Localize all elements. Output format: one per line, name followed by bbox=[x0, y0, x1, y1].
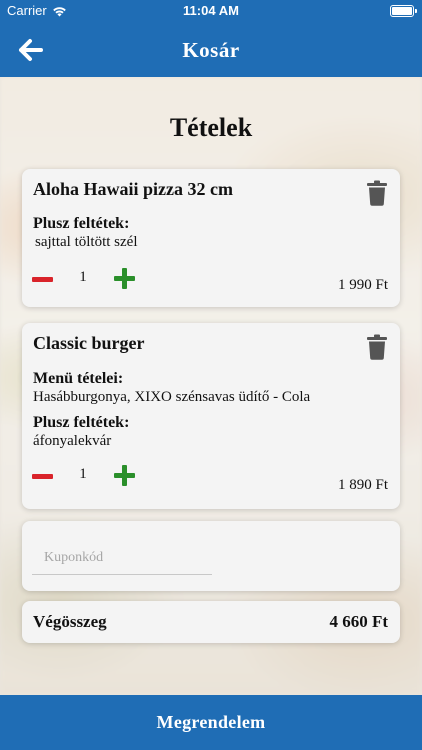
order-button[interactable]: Megrendelem bbox=[0, 695, 422, 750]
extras-label: Plusz feltétek: bbox=[33, 414, 130, 431]
quantity-value: 1 bbox=[79, 466, 87, 482]
clock: 11:04 AM bbox=[183, 3, 239, 18]
extras-text: sajttal töltött szél bbox=[35, 234, 138, 250]
increase-quantity-button[interactable] bbox=[114, 465, 135, 486]
total-label: Végösszeg bbox=[33, 612, 107, 631]
item-name: Aloha Hawaii pizza 32 cm bbox=[33, 179, 233, 199]
quantity-stepper: 1 bbox=[32, 268, 135, 290]
cart-item-card: Aloha Hawaii pizza 32 cm Plusz feltétek:… bbox=[22, 169, 400, 307]
trash-icon[interactable] bbox=[366, 334, 388, 360]
menu-items-text: Hasábburgonya, XIXO szénsavas üdítő - Co… bbox=[33, 389, 311, 405]
increase-quantity-button[interactable] bbox=[114, 268, 135, 289]
top-bar: Carrier 11:04 AM Kosár bbox=[0, 0, 422, 77]
section-title: Tételek bbox=[169, 113, 253, 142]
status-bar: Carrier 11:04 AM bbox=[0, 0, 422, 22]
item-price: 1 890 Ft bbox=[337, 477, 388, 493]
coupon-card bbox=[22, 521, 400, 591]
battery-icon bbox=[390, 5, 417, 17]
total-card: Végösszeg 4 660 Ft bbox=[22, 601, 400, 643]
trash-icon[interactable] bbox=[366, 180, 388, 206]
page-title: Kosár bbox=[182, 38, 240, 62]
decrease-quantity-button[interactable] bbox=[32, 474, 53, 479]
menu-items-label: Menü tételei: bbox=[33, 370, 124, 387]
quantity-stepper: 1 bbox=[32, 465, 135, 487]
quantity-value: 1 bbox=[79, 269, 87, 285]
cart-item-card: Classic burger Menü tételei: Hasábburgon… bbox=[22, 323, 400, 509]
total-value: 4 660 Ft bbox=[329, 612, 388, 631]
nav-bar: Kosár bbox=[0, 22, 422, 77]
extras-text: áfonyalekvár bbox=[33, 433, 112, 449]
cart-content: Tételek Aloha Hawaii pizza 32 cm Plusz f… bbox=[0, 77, 422, 695]
item-name: Classic burger bbox=[33, 333, 145, 353]
coupon-input[interactable] bbox=[32, 541, 212, 575]
extras-label: Plusz feltétek: bbox=[33, 215, 130, 232]
decrease-quantity-button[interactable] bbox=[32, 277, 53, 282]
item-price: 1 990 Ft bbox=[337, 277, 388, 293]
